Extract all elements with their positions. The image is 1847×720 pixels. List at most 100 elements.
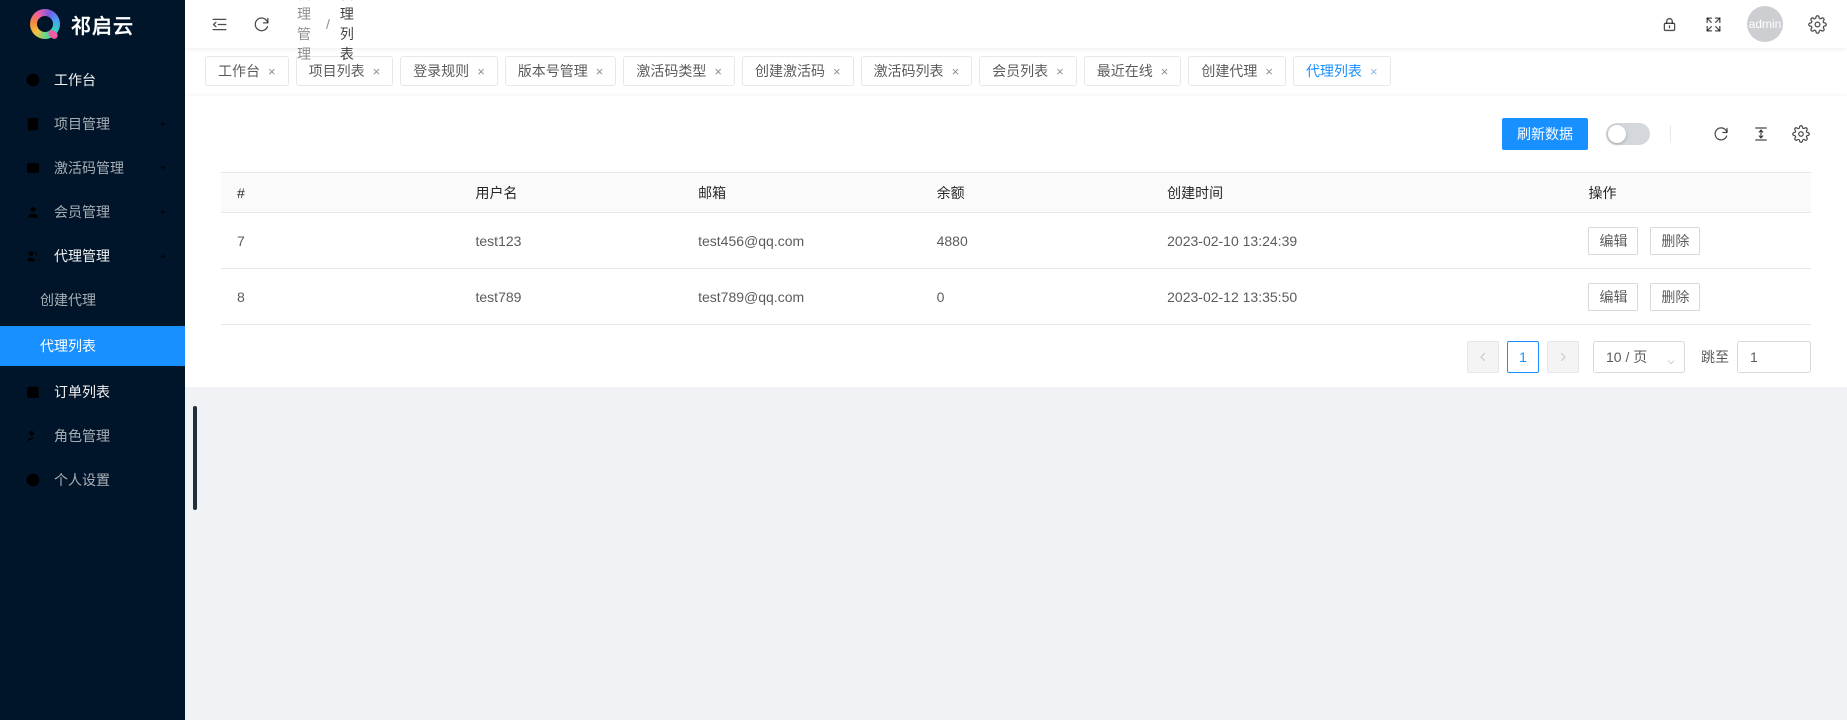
table-row: 7 test123 test456@qq.com 4880 2023-02-10… xyxy=(221,213,1811,269)
sidebar-item-label: 项目管理 xyxy=(54,114,157,134)
tab-member-list[interactable]: 会员列表 × xyxy=(979,56,1077,86)
cell-balance: 0 xyxy=(921,269,1152,325)
edit-button[interactable]: 编辑 xyxy=(1588,283,1638,311)
page-size-value: 10 / 页 xyxy=(1606,347,1647,367)
chevron-up-icon xyxy=(157,250,169,262)
tab-label: 激活码类型 xyxy=(636,61,706,81)
project-icon xyxy=(24,115,42,133)
gear-icon[interactable] xyxy=(1807,14,1827,34)
brand-icon xyxy=(30,9,60,39)
cell-actions: 编辑 删除 xyxy=(1572,269,1811,325)
cell-username: test123 xyxy=(460,213,683,269)
sidebar-item-label: 会员管理 xyxy=(54,202,157,222)
page-size-select[interactable]: 10 / 页 xyxy=(1593,341,1685,373)
tab-version-management[interactable]: 版本号管理 × xyxy=(505,56,617,86)
table-row: 8 test789 test789@qq.com 0 2023-02-12 13… xyxy=(221,269,1811,325)
lock-icon[interactable] xyxy=(1659,14,1679,34)
tab-close-icon[interactable]: × xyxy=(1265,65,1273,78)
column-header-created: 创建时间 xyxy=(1151,173,1572,213)
page-number-current[interactable]: 1 xyxy=(1507,341,1539,373)
table-settings-gear-icon[interactable] xyxy=(1791,124,1811,144)
pagination: 1 10 / 页 跳至 xyxy=(221,341,1811,373)
tab-label: 项目列表 xyxy=(309,61,365,81)
refresh-data-button[interactable]: 刷新数据 xyxy=(1502,118,1588,150)
sidebar-item-profile-settings[interactable]: 个人设置 xyxy=(0,460,185,500)
sidebar-item-activation-codes[interactable]: 激活码管理 xyxy=(0,148,185,188)
breadcrumb: 代理管理 / 代理列表 xyxy=(297,0,433,64)
sidebar-item-agent-list[interactable]: 代理列表 xyxy=(0,326,185,366)
delete-button[interactable]: 删除 xyxy=(1650,283,1700,311)
reload-icon[interactable] xyxy=(251,14,271,34)
cell-email: test789@qq.com xyxy=(682,269,921,325)
tab-create-agent[interactable]: 创建代理 × xyxy=(1188,56,1286,86)
tab-close-icon[interactable]: × xyxy=(952,65,960,78)
breadcrumb-parent[interactable]: 代理管理 xyxy=(297,0,316,64)
main-area: 代理管理 / 代理列表 admin 工作台× 项目列表× 登录规则× 版本号管理… xyxy=(185,0,1847,720)
prev-page-button[interactable] xyxy=(1467,341,1499,373)
tab-close-icon[interactable]: × xyxy=(596,65,604,78)
sidebar-menu: 工作台 项目管理 激活码管理 会员管理 代理管理 创建代理 代理列表 订单列表 xyxy=(0,48,185,500)
tab-code-list[interactable]: 激活码列表× xyxy=(861,56,973,86)
tab-label: 版本号管理 xyxy=(518,61,588,81)
menu-fold-icon[interactable] xyxy=(209,14,229,34)
tab-label: 创建代理 xyxy=(1201,61,1257,81)
cell-index: 8 xyxy=(221,269,460,325)
sidebar-item-create-agent[interactable]: 创建代理 xyxy=(0,280,185,320)
cell-username: test789 xyxy=(460,269,683,325)
sidebar-item-label: 个人设置 xyxy=(54,470,169,490)
table-toolbar: 刷新数据 xyxy=(221,94,1811,172)
fullscreen-icon[interactable] xyxy=(1703,14,1723,34)
refresh-icon[interactable] xyxy=(1711,124,1731,144)
tab-label: 工作台 xyxy=(218,61,260,81)
table-toggle-switch[interactable] xyxy=(1606,123,1650,145)
card-icon xyxy=(24,159,42,177)
tab-close-icon[interactable]: × xyxy=(268,65,276,78)
sidebar-scrollbar-thumb[interactable] xyxy=(193,406,197,510)
tab-agent-list[interactable]: 代理列表× xyxy=(1293,56,1391,86)
sidebar-item-label: 订单列表 xyxy=(54,382,169,402)
jump-to-input[interactable] xyxy=(1737,341,1811,373)
tab-recent-online[interactable]: 最近在线× xyxy=(1084,56,1182,86)
tab-close-icon[interactable]: × xyxy=(477,65,485,78)
sidebar-item-label: 工作台 xyxy=(54,70,169,90)
cell-created: 2023-02-12 13:35:50 xyxy=(1151,269,1572,325)
tab-label: 会员列表 xyxy=(992,61,1048,81)
sidebar-item-workbench[interactable]: 工作台 xyxy=(0,60,185,100)
agent-list-panel: 刷新数据 # 用户名 邮箱 余额 创建时间 操作 xyxy=(185,94,1847,387)
chevron-down-icon xyxy=(157,162,169,174)
jump-to-label: 跳至 xyxy=(1701,347,1729,367)
team-icon xyxy=(24,247,42,265)
tab-close-icon[interactable]: × xyxy=(1056,65,1064,78)
column-header-actions: 操作 xyxy=(1572,173,1811,213)
chevron-down-icon xyxy=(157,206,169,218)
sidebar-item-label: 激活码管理 xyxy=(54,158,157,178)
sidebar-item-members[interactable]: 会员管理 xyxy=(0,192,185,232)
sidebar-item-roles[interactable]: 角色管理 xyxy=(0,416,185,456)
sidebar-item-projects[interactable]: 项目管理 xyxy=(0,104,185,144)
brand-title: 祁启云 xyxy=(71,10,134,39)
tab-code-types[interactable]: 激活码类型 × xyxy=(623,56,735,86)
tab-close-icon[interactable]: × xyxy=(373,65,381,78)
tab-close-icon[interactable]: × xyxy=(1370,65,1378,78)
tab-close-icon[interactable]: × xyxy=(714,65,722,78)
top-header: 代理管理 / 代理列表 admin xyxy=(185,0,1847,48)
logo[interactable]: 祁启云 xyxy=(0,0,185,48)
tab-close-icon[interactable]: × xyxy=(1161,65,1169,78)
chevron-down-icon xyxy=(1666,354,1676,364)
avatar[interactable]: admin xyxy=(1747,6,1783,42)
toolbar-divider xyxy=(1670,125,1671,143)
tab-create-code[interactable]: 创建激活码× xyxy=(742,56,854,86)
column-header-balance: 余额 xyxy=(921,173,1152,213)
delete-button[interactable]: 删除 xyxy=(1650,227,1700,255)
next-page-button[interactable] xyxy=(1547,341,1579,373)
edit-button[interactable]: 编辑 xyxy=(1588,227,1638,255)
sidebar-item-orders[interactable]: 订单列表 xyxy=(0,372,185,412)
user-add-icon xyxy=(24,427,42,445)
cell-email: test456@qq.com xyxy=(682,213,921,269)
column-height-icon[interactable] xyxy=(1751,124,1771,144)
cell-balance: 4880 xyxy=(921,213,1152,269)
sidebar-item-agents[interactable]: 代理管理 xyxy=(0,236,185,276)
tab-close-icon[interactable]: × xyxy=(833,65,841,78)
column-header-email: 邮箱 xyxy=(682,173,921,213)
chevron-down-icon xyxy=(157,118,169,130)
